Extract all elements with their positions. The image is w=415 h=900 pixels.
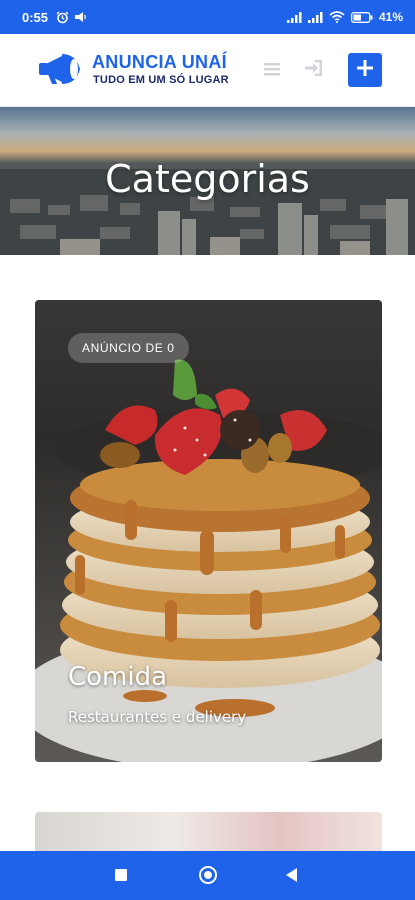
app-header: ANUNCIA UNAÍ TUDO EM UM SÓ LUGAR xyxy=(0,34,415,106)
page-title: Categorias xyxy=(105,157,310,201)
listing-count-badge: ANÚNCIO DE 0 xyxy=(68,333,189,363)
category-card[interactable]: ANÚNCIO DE 0 Comida Restaurantes e deliv… xyxy=(35,300,382,762)
category-title: Comida xyxy=(68,662,168,692)
megaphone-icon[interactable] xyxy=(36,50,84,90)
pancakes-image xyxy=(35,300,382,762)
battery-icon xyxy=(351,11,373,23)
home-button[interactable] xyxy=(199,866,217,884)
menu-icon[interactable] xyxy=(264,61,280,80)
category-subtitle: Restaurantes e delivery xyxy=(68,708,247,726)
alarm-icon xyxy=(56,11,69,24)
wifi-icon xyxy=(329,11,345,23)
system-nav-bar xyxy=(0,851,415,900)
cast-icon xyxy=(75,12,87,22)
plus-icon xyxy=(357,60,373,80)
battery-percent: 41% xyxy=(378,10,403,24)
hero-banner: Categorias xyxy=(0,107,415,255)
status-time: 0:55 xyxy=(22,9,49,25)
signal-icon xyxy=(307,11,323,23)
status-bar: 0:55 41% xyxy=(0,0,415,34)
back-button[interactable] xyxy=(286,868,297,882)
brand-name: ANUNCIA UNAÍ xyxy=(92,52,227,72)
recents-button[interactable] xyxy=(115,869,127,881)
sign-in-icon[interactable] xyxy=(305,60,323,80)
brand-tagline: TUDO EM UM SÓ LUGAR xyxy=(93,74,229,86)
signal-icon xyxy=(286,11,302,23)
add-listing-button[interactable] xyxy=(348,53,382,87)
